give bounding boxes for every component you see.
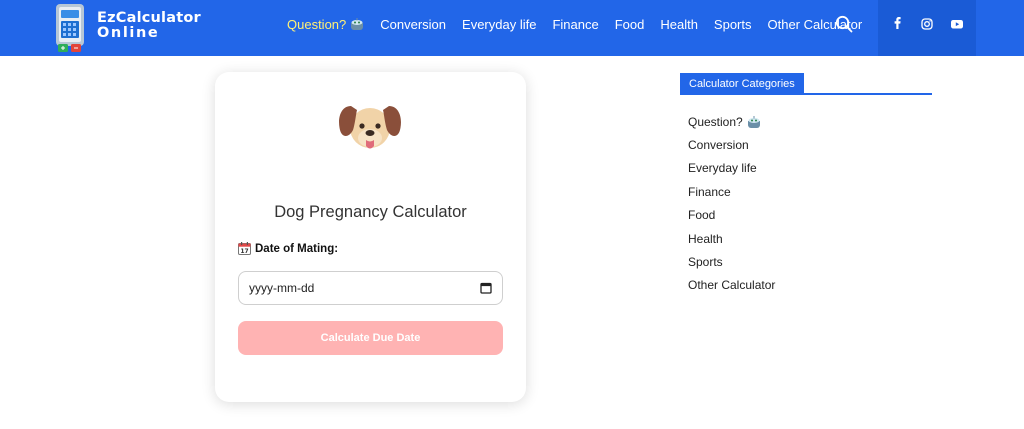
nav-item-conversion[interactable]: Conversion: [380, 17, 446, 32]
nav-item-food[interactable]: Food: [615, 17, 645, 32]
site-logo[interactable]: EzCalculator Online: [55, 4, 205, 54]
calculator-title: Dog Pregnancy Calculator: [274, 203, 467, 221]
sidebar-item-conversion[interactable]: Conversion: [688, 133, 775, 156]
site-name-line2: Online: [97, 25, 160, 41]
svg-text:17: 17: [240, 248, 248, 255]
facebook-icon[interactable]: [890, 16, 906, 32]
top-navigation-bar: EzCalculator Online Question? Conversion…: [0, 0, 1024, 56]
dog-face-icon: [339, 106, 401, 149]
date-of-mating-input[interactable]: yyyy-mm-dd: [238, 271, 503, 305]
robot-icon: [747, 115, 760, 128]
calculator-card: Dog Pregnancy Calculator 17 Date of Mati…: [215, 72, 526, 402]
nav-item-health[interactable]: Health: [660, 17, 698, 32]
calendar-icon: 17: [238, 242, 251, 255]
sidebar-item-health[interactable]: Health: [688, 227, 775, 250]
date-of-mating-text: Date of Mating:: [255, 242, 339, 255]
date-of-mating-label: 17 Date of Mating:: [238, 242, 338, 255]
sidebar-item-everyday-life[interactable]: Everyday life: [688, 157, 775, 180]
robot-icon: [351, 18, 364, 30]
sidebar-item-question[interactable]: Question?: [688, 110, 775, 133]
date-placeholder: yyyy-mm-dd: [249, 281, 315, 295]
calculator-logo-icon: [56, 4, 84, 52]
main-nav: Question? Conversion Everyday life Finan…: [287, 0, 878, 48]
nav-item-label: Question?: [287, 16, 347, 32]
sidebar-item-label: Question?: [688, 114, 743, 129]
social-links: [878, 0, 976, 56]
sidebar-heading: Calculator Categories: [680, 73, 804, 94]
sidebar-category-list: Question? Conversion Everyday life Finan…: [688, 110, 775, 297]
instagram-icon[interactable]: [919, 16, 935, 32]
nav-item-question[interactable]: Question?: [287, 17, 364, 32]
site-name-line1: EzCalculator: [97, 10, 201, 26]
youtube-icon[interactable]: [949, 16, 965, 32]
nav-item-finance[interactable]: Finance: [552, 17, 598, 32]
search-icon[interactable]: [835, 15, 853, 33]
calendar-picker-icon[interactable]: [480, 282, 492, 294]
sidebar-item-sports[interactable]: Sports: [688, 250, 775, 273]
sidebar-item-other-calculator[interactable]: Other Calculator: [688, 274, 775, 297]
nav-item-sports[interactable]: Sports: [714, 17, 752, 32]
sidebar-item-food[interactable]: Food: [688, 204, 775, 227]
sidebar-heading-bar: Calculator Categories: [680, 73, 932, 95]
calculate-due-date-button[interactable]: Calculate Due Date: [238, 321, 503, 355]
sidebar-item-finance[interactable]: Finance: [688, 180, 775, 203]
nav-item-everyday-life[interactable]: Everyday life: [462, 17, 536, 32]
site-name: EzCalculator Online: [97, 11, 201, 41]
